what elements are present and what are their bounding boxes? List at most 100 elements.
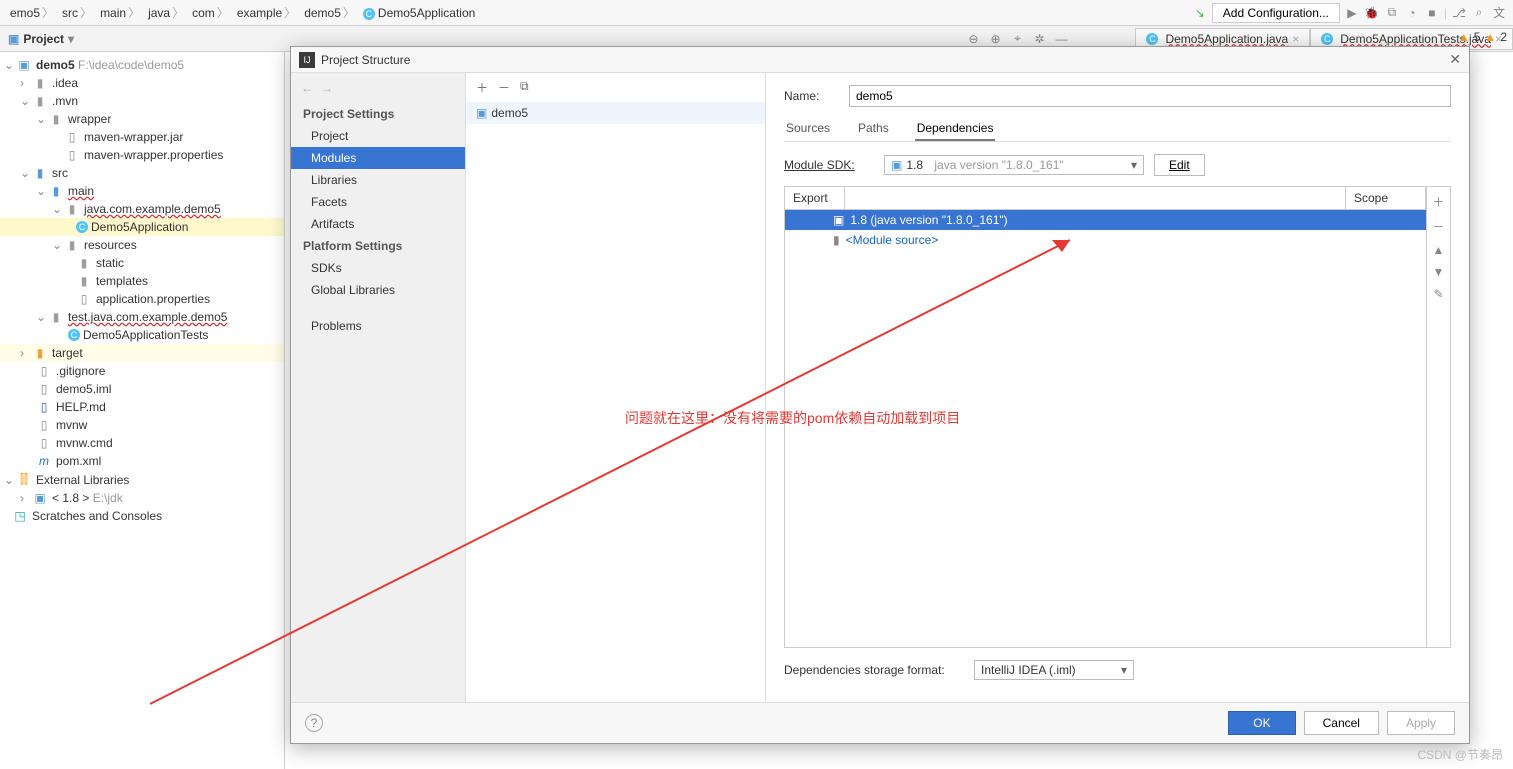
folder-icon: ▮ xyxy=(48,112,64,126)
md-icon: ▯ xyxy=(36,400,52,414)
translate-icon[interactable]: 文 xyxy=(1491,5,1507,21)
file-icon: ▯ xyxy=(36,418,52,432)
profile-icon[interactable]: ◔ xyxy=(1404,5,1420,21)
dependency-row[interactable]: ▮ <Module source> xyxy=(785,230,1426,250)
folder-icon: ▮ xyxy=(76,256,92,270)
sidebar-item-artifacts[interactable]: Artifacts xyxy=(291,213,465,235)
copy-icon[interactable]: ⧉ xyxy=(520,79,529,96)
sidebar-item-problems[interactable]: Problems xyxy=(291,315,465,337)
folder-icon: ▮ xyxy=(48,184,64,198)
remove-icon[interactable]: － xyxy=(1432,218,1444,235)
add-configuration-button[interactable]: Add Configuration... xyxy=(1212,3,1340,23)
dependencies-table: Export Scope ▣ 1.8 (java version "1.8.0_… xyxy=(784,186,1451,648)
edit-button[interactable]: Edit xyxy=(1154,154,1205,176)
up-icon[interactable]: ▲ xyxy=(1433,243,1445,257)
crumb[interactable]: com xyxy=(188,4,233,21)
folder-icon: ▮ xyxy=(64,202,80,216)
remove-icon[interactable]: － xyxy=(498,79,510,96)
storage-format-label: Dependencies storage format: xyxy=(784,663,964,677)
crumb[interactable]: src xyxy=(58,4,96,21)
maven-icon: m xyxy=(36,454,52,468)
dialog-footer: ? OK Cancel Apply xyxy=(291,702,1469,743)
project-tree[interactable]: ⌄▣demo5 F:\idea\code\demo5 ›▮.idea ⌄▮.mv… xyxy=(0,52,285,769)
sidebar-item-modules[interactable]: Modules xyxy=(291,147,465,169)
project-icon: ▣ xyxy=(8,32,19,46)
folder-icon: ▮ xyxy=(32,76,48,90)
crumb[interactable]: CDemo5Application xyxy=(359,6,479,20)
module-sdk-select[interactable]: ▣ 1.8 java version "1.8.0_161" xyxy=(884,155,1144,175)
forward-icon[interactable]: → xyxy=(321,81,333,95)
coverage-icon[interactable]: ⧉ xyxy=(1384,5,1400,21)
cancel-button[interactable]: Cancel xyxy=(1304,711,1379,735)
collapse-icon[interactable]: ⊖ xyxy=(965,31,981,47)
apply-button[interactable]: Apply xyxy=(1387,711,1455,735)
module-icon: ▣ xyxy=(476,106,487,120)
down-icon[interactable]: ▼ xyxy=(1433,265,1445,279)
ok-button[interactable]: OK xyxy=(1228,711,1295,735)
sidebar-item-project[interactable]: Project xyxy=(291,125,465,147)
debug-icon[interactable]: 🐞 xyxy=(1364,5,1380,21)
git-icon[interactable]: ⎇ xyxy=(1451,5,1467,21)
project-structure-dialog: IJ Project Structure ✕ ← → Project Settin… xyxy=(290,46,1470,744)
crumb[interactable]: main xyxy=(96,4,144,21)
sidebar-heading: Project Settings xyxy=(291,103,465,125)
column-export[interactable]: Export xyxy=(785,187,845,209)
library-icon: ⫿⫿ xyxy=(16,472,32,487)
sidebar-item-facets[interactable]: Facets xyxy=(291,191,465,213)
column-scope[interactable]: Scope xyxy=(1346,187,1426,209)
dialog-titlebar: IJ Project Structure ✕ xyxy=(291,47,1469,73)
jdk-icon: ▣ xyxy=(833,213,844,227)
class-icon: C xyxy=(1146,33,1158,45)
warning-icon: ▲ xyxy=(1484,30,1496,44)
file-icon: ▯ xyxy=(36,364,52,378)
class-icon: C xyxy=(76,221,88,233)
sidebar-heading: Platform Settings xyxy=(291,235,465,257)
select-icon[interactable]: ⌖ xyxy=(1009,31,1025,47)
sidebar-item-global-libraries[interactable]: Global Libraries xyxy=(291,279,465,301)
module-details-panel: Name: Sources Paths Dependencies Module … xyxy=(766,73,1469,702)
settings-icon[interactable]: ✲ xyxy=(1031,31,1047,47)
add-icon[interactable]: ＋ xyxy=(476,79,488,96)
hammer-icon[interactable]: ↘ xyxy=(1192,5,1208,21)
storage-format-select[interactable]: IntelliJ IDEA (.iml) xyxy=(974,660,1134,680)
crumb[interactable]: emo5 xyxy=(6,4,58,21)
warning-icon: ▲ xyxy=(1458,30,1470,44)
class-icon: C xyxy=(363,8,375,20)
jar-icon: ▯ xyxy=(64,130,80,144)
folder-icon: ▮ xyxy=(64,238,80,252)
back-icon[interactable]: ← xyxy=(301,81,313,95)
stop-icon[interactable]: ■ xyxy=(1424,5,1440,21)
sidebar-item-libraries[interactable]: Libraries xyxy=(291,169,465,191)
column-dependency xyxy=(845,187,1346,209)
project-tool-window-label[interactable]: ▣ Project ▾ xyxy=(0,32,82,46)
tab-paths[interactable]: Paths xyxy=(856,117,891,141)
jdk-icon: ▣ xyxy=(891,158,902,172)
intellij-icon: IJ xyxy=(299,52,315,68)
expand-icon[interactable]: ⊕ xyxy=(987,31,1003,47)
class-icon: C xyxy=(68,329,80,341)
crumb[interactable]: demo5 xyxy=(300,4,359,21)
search-icon[interactable]: ⌕ xyxy=(1471,5,1487,21)
crumb[interactable]: example xyxy=(233,4,300,21)
tab-dependencies[interactable]: Dependencies xyxy=(915,117,996,141)
add-icon[interactable]: ＋ xyxy=(1432,193,1444,210)
module-list-panel: ＋ － ⧉ ▣ demo5 xyxy=(466,73,766,702)
close-icon[interactable]: ✕ xyxy=(1449,51,1461,68)
dependency-row[interactable]: ▣ 1.8 (java version "1.8.0_161") xyxy=(785,210,1426,230)
module-sdk-label: Module SDK: xyxy=(784,158,874,172)
folder-icon: ▮ xyxy=(32,346,48,360)
file-icon: ▯ xyxy=(36,436,52,450)
close-icon[interactable]: × xyxy=(1292,32,1299,46)
help-icon[interactable]: ? xyxy=(305,714,323,732)
sidebar-item-sdks[interactable]: SDKs xyxy=(291,257,465,279)
dialog-title: Project Structure xyxy=(321,53,410,67)
run-icon[interactable]: ▶ xyxy=(1344,5,1360,21)
jdk-icon: ▣ xyxy=(32,491,48,505)
tab-sources[interactable]: Sources xyxy=(784,117,832,141)
edit-icon[interactable]: ✎ xyxy=(1433,287,1443,301)
hide-icon[interactable]: — xyxy=(1053,31,1069,47)
module-list-item[interactable]: ▣ demo5 xyxy=(466,102,765,124)
crumb[interactable]: java xyxy=(144,4,188,21)
module-name-input[interactable] xyxy=(849,85,1451,107)
folder-icon: ▮ xyxy=(76,274,92,288)
